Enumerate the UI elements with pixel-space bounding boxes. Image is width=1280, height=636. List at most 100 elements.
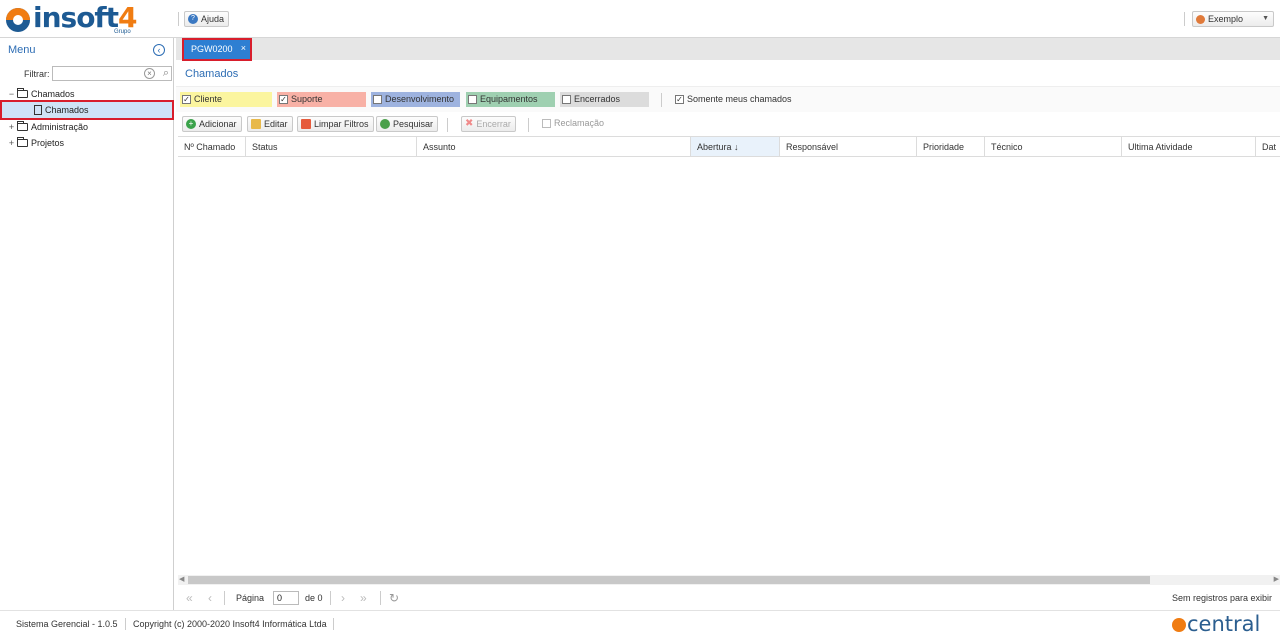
column-status[interactable]: Status: [246, 137, 417, 156]
scroll-right-icon[interactable]: ▶: [1274, 575, 1279, 583]
complaint-label: Reclamação: [554, 118, 605, 128]
tab-label: PGW0200: [191, 44, 233, 54]
sidebar: Menu ‹ Filtrar: × ⌕ − Chamados Chamados …: [0, 38, 174, 610]
filter-label: Suporte: [291, 94, 323, 104]
main-panel: PGW0200 × Chamados ✓ Cliente ✓ Suporte D…: [176, 38, 1280, 610]
filter-equipamentos[interactable]: Equipamentos: [466, 92, 555, 107]
column-assunto[interactable]: Assunto: [417, 137, 691, 156]
checkbox-icon[interactable]: [468, 95, 477, 104]
last-page-icon[interactable]: »: [360, 591, 367, 605]
refresh-icon[interactable]: ↻: [389, 591, 399, 605]
close-ticket-label: Encerrar: [476, 119, 511, 129]
tree-folder-chamados[interactable]: − Chamados: [8, 86, 75, 102]
add-label: Adicionar: [199, 119, 237, 129]
pager-divider: [380, 591, 381, 605]
central-logo: central: [1172, 612, 1260, 636]
toolbar-divider: [447, 118, 448, 132]
close-ticket-button[interactable]: ✖ Encerrar: [461, 116, 516, 132]
clear-filter-icon[interactable]: ×: [144, 68, 155, 79]
central-dot-icon: [1172, 618, 1186, 632]
empty-message: Sem registros para exibir: [1171, 593, 1272, 603]
clear-filter-icon: [301, 119, 311, 129]
central-logo-text: central: [1187, 612, 1261, 636]
help-button[interactable]: ? Ajuda: [184, 11, 230, 27]
horizontal-scrollbar[interactable]: ◀ ▶: [178, 575, 1280, 585]
column-n-chamado[interactable]: Nº Chamado: [178, 137, 246, 156]
close-x-icon: ✖: [465, 118, 474, 129]
folder-icon: [17, 88, 28, 98]
pager-divider: [330, 591, 331, 605]
search-icon[interactable]: ⌕: [163, 67, 169, 80]
filter-suporte[interactable]: ✓ Suporte: [277, 92, 366, 107]
footer-divider: [125, 618, 126, 630]
filter-somente-meus[interactable]: ✓ Somente meus chamados: [673, 92, 803, 107]
page-title: Chamados: [185, 68, 239, 80]
filter-desenvolvimento[interactable]: Desenvolvimento: [371, 92, 460, 107]
filter-encerrados[interactable]: Encerrados: [560, 92, 649, 107]
collapse-menu-icon[interactable]: ‹: [153, 44, 165, 56]
tree-item-chamados[interactable]: Chamados: [0, 100, 174, 120]
column-abertura[interactable]: Abertura ↓: [691, 137, 780, 156]
user-icon: [1196, 14, 1205, 24]
close-tab-icon[interactable]: ×: [241, 39, 246, 58]
header-divider: [178, 12, 179, 26]
clear-filters-label: Limpar Filtros: [314, 119, 369, 129]
checkbox-icon[interactable]: [562, 95, 571, 104]
next-page-icon[interactable]: ›: [341, 591, 345, 605]
pager: « ‹ Página 0 de 0 › » ↻ Sem registros pa…: [176, 586, 1280, 610]
filter-input[interactable]: × ⌕: [52, 66, 172, 81]
folder-icon: [17, 121, 28, 131]
first-page-icon[interactable]: «: [186, 591, 193, 605]
help-icon: ?: [188, 14, 198, 24]
column-responsavel[interactable]: Responsável: [780, 137, 917, 156]
version-text: Sistema Gerencial - 1.0.5: [16, 619, 118, 629]
tree-item-label: Administração: [31, 122, 89, 132]
previous-page-icon[interactable]: ‹: [208, 591, 212, 605]
filter-label: Somente meus chamados: [687, 94, 792, 104]
tree-folder-projetos[interactable]: + Projetos: [8, 135, 64, 151]
edit-icon: [251, 119, 261, 129]
filter-cliente[interactable]: ✓ Cliente: [180, 92, 272, 107]
checkbox-icon[interactable]: [542, 119, 551, 128]
add-button[interactable]: + Adicionar: [182, 116, 242, 132]
tree-collapse-icon[interactable]: −: [8, 89, 15, 99]
scrollbar-thumb[interactable]: [188, 576, 1150, 584]
clear-filters-button[interactable]: Limpar Filtros: [297, 116, 374, 132]
folder-icon: [17, 137, 28, 147]
column-prioridade[interactable]: Prioridade: [917, 137, 985, 156]
tab-bar: PGW0200 ×: [176, 38, 1280, 61]
search-button[interactable]: Pesquisar: [376, 116, 439, 132]
status-filters: ✓ Cliente ✓ Suporte Desenvolvimento Equi…: [176, 86, 1280, 112]
column-data[interactable]: Dat: [1256, 137, 1280, 156]
user-label: Exemplo: [1208, 14, 1244, 24]
tab-pgw0200[interactable]: PGW0200 ×: [182, 38, 252, 61]
scroll-left-icon[interactable]: ◀: [179, 575, 184, 583]
complaint-checkbox[interactable]: Reclamação: [540, 116, 604, 131]
footer-divider: [333, 618, 334, 630]
checkbox-checked-icon[interactable]: ✓: [279, 95, 288, 104]
checkbox-checked-icon[interactable]: ✓: [182, 95, 191, 104]
tree-folder-administracao[interactable]: + Administração: [8, 119, 88, 135]
page-input[interactable]: 0: [273, 591, 299, 605]
refresh-icon: [380, 119, 390, 129]
tree-item-label: Chamados: [31, 89, 75, 99]
menu-header: Menu ‹: [0, 38, 174, 62]
pager-divider: [224, 591, 225, 605]
tree-expand-icon[interactable]: +: [8, 122, 15, 132]
top-bar: insoft4 Grupo ? Ajuda Exemplo ▼: [0, 0, 1280, 38]
tree-expand-icon[interactable]: +: [8, 138, 15, 148]
filter-divider: [661, 93, 662, 107]
checkbox-checked-icon[interactable]: ✓: [675, 95, 684, 104]
filter-label: Encerrados: [574, 94, 621, 104]
column-tecnico[interactable]: Técnico: [985, 137, 1122, 156]
tree-item-label: Projetos: [31, 138, 65, 148]
edit-button[interactable]: Editar: [247, 116, 293, 132]
checkbox-icon[interactable]: [373, 95, 382, 104]
user-menu-button[interactable]: Exemplo ▼: [1192, 11, 1274, 27]
column-ultima-atividade[interactable]: Ultima Atividade: [1122, 137, 1256, 156]
filter-label: Cliente: [194, 94, 223, 104]
footer: Sistema Gerencial - 1.0.5 Copyright (c) …: [0, 610, 1280, 636]
document-icon: [34, 105, 42, 115]
plus-icon: +: [186, 119, 196, 129]
filter-label: Filtrar:: [24, 69, 50, 79]
